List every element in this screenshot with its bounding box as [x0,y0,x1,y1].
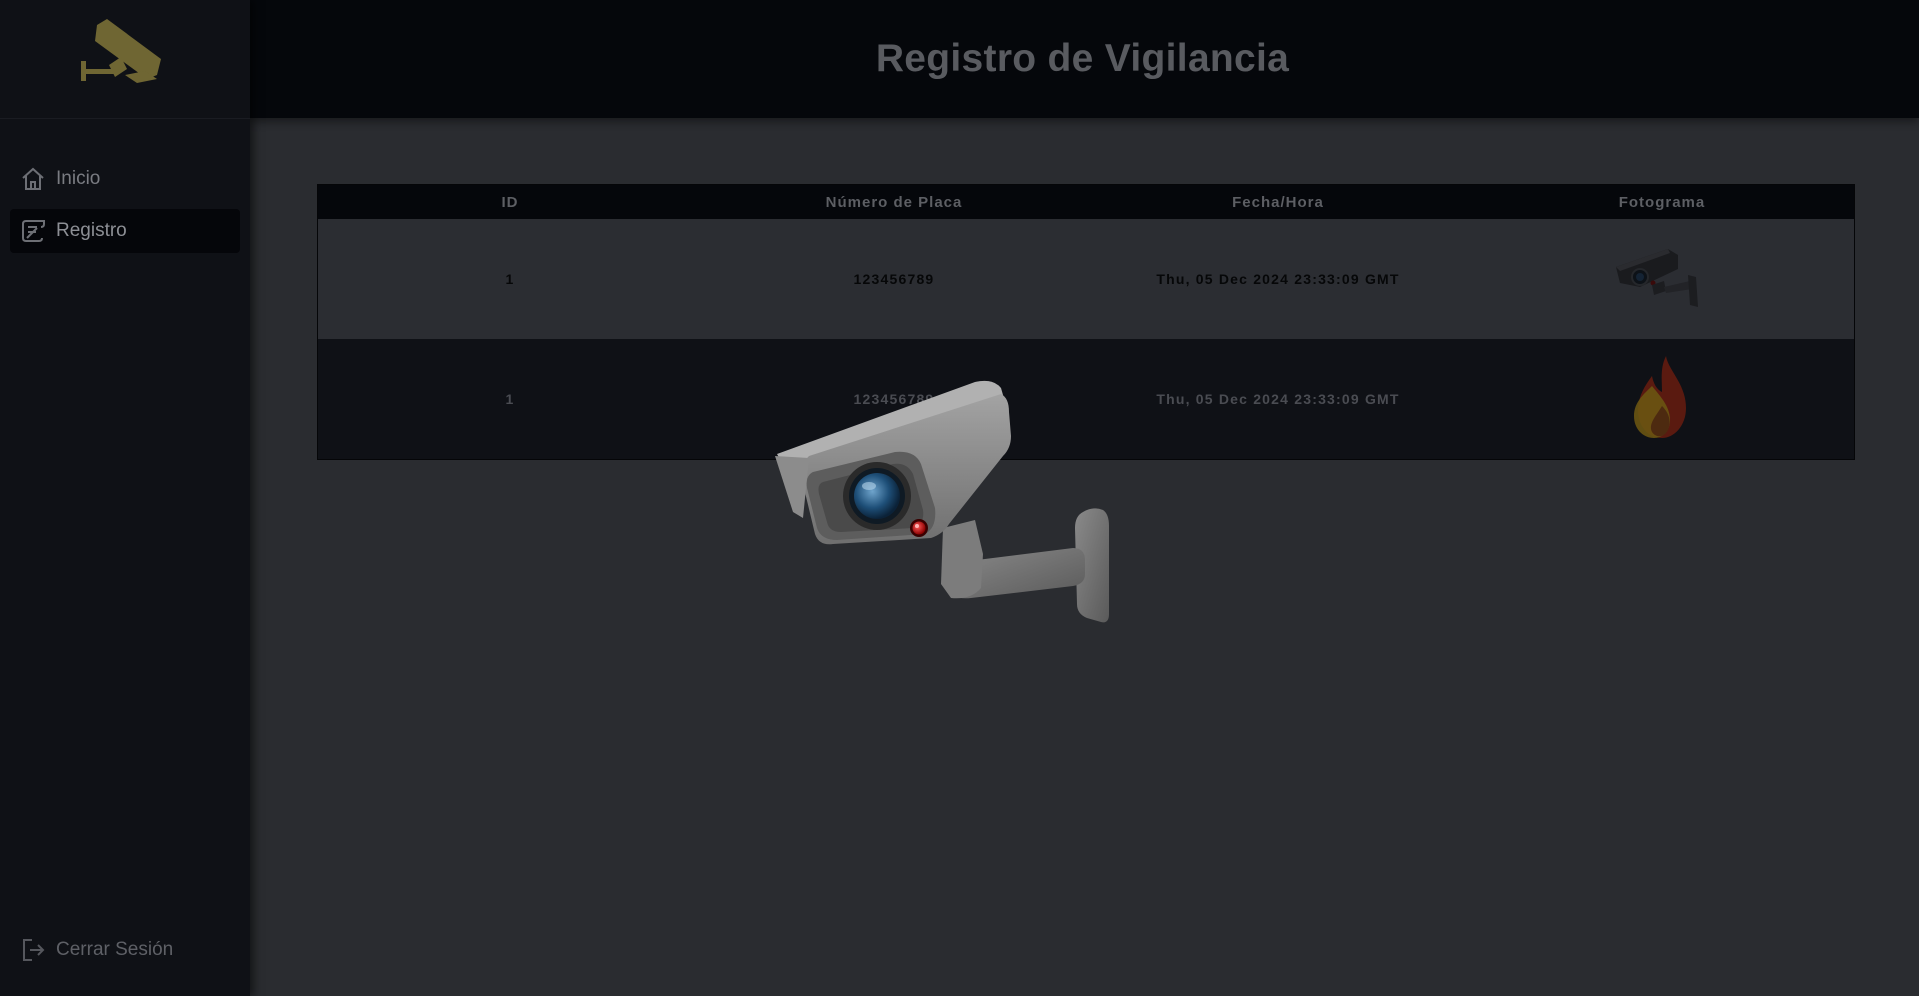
column-header-plate: Número de Placa [825,193,963,211]
cell-id: 1 [505,391,515,407]
column-header-frame: Fotograma [1618,193,1706,211]
sidebar-item-registro[interactable]: Registro [10,209,240,253]
table-header: ID Número de Placa Fecha/Hora Fotograma [318,185,1854,219]
logo-area [0,0,250,119]
page-header: Registro de Vigilancia [250,0,1919,118]
cell-id: 1 [505,271,515,287]
security-camera-logo-icon[interactable] [75,17,175,102]
sidebar-nav: Inicio Registro [0,119,250,253]
column-header-id: ID [501,193,519,211]
sidebar-item-inicio[interactable]: Inicio [10,157,240,201]
cell-datetime: Thu, 05 Dec 2024 23:33:09 GMT [1156,271,1400,287]
cell-frame [1470,219,1854,339]
cell-frame [1470,339,1854,459]
register-icon [18,216,48,246]
cell-plate: 123456789 [853,271,935,287]
page-title: Registro de Vigilancia [875,37,1290,80]
sidebar: Inicio Registro Cerrar Sesión [0,0,250,996]
logout-button[interactable]: Cerrar Sesión [10,930,173,970]
logout-icon [18,935,48,965]
security-camera-overlay-icon [775,378,1145,633]
app-root: Inicio Registro Cerrar Sesión Registro d… [0,0,1919,996]
logout-label: Cerrar Sesión [56,939,174,960]
table-header-row: ID Número de Placa Fecha/Hora Fotograma [318,185,1854,219]
camera-thumbnail-icon[interactable] [1612,245,1712,314]
flame-thumbnail-icon[interactable] [1622,350,1702,449]
sidebar-item-label: Registro [56,220,127,241]
table-row[interactable]: 1 123456789 Thu, 05 Dec 2024 23:33:09 GM… [318,219,1854,339]
sidebar-item-label: Inicio [56,168,101,189]
home-icon [18,164,48,194]
column-header-datetime: Fecha/Hora [1232,193,1324,211]
